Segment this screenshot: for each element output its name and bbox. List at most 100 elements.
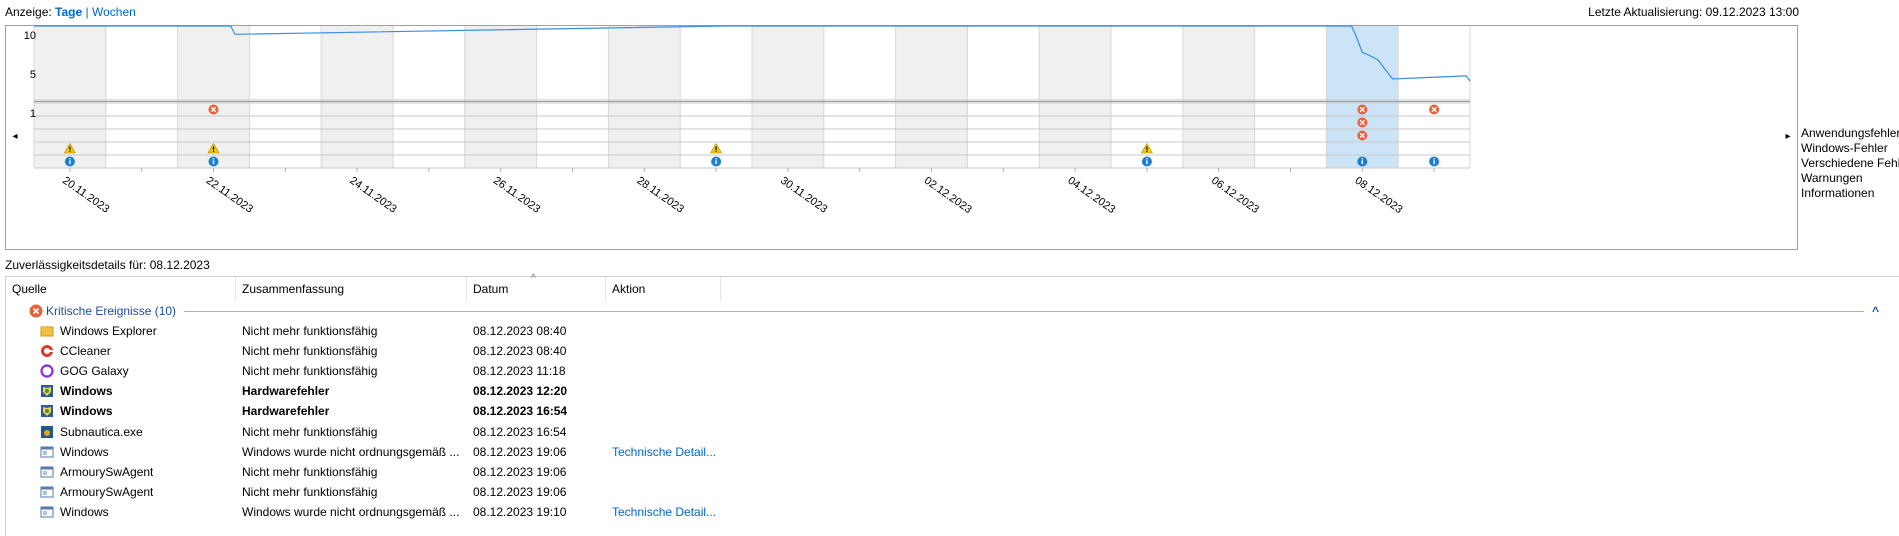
info-marker-icon [1141,156,1152,167]
date-cell: 08.12.2023 08:40 [473,324,567,338]
sort-arrow-icon: ^ [531,273,536,284]
table-row[interactable]: Windows Explorer Nicht mehr funktionsfähi… [6,321,1899,341]
date-label: 04.12.2023 [1065,175,1117,216]
date-labels: 20.11.2023 22.11.2023 24.11.2023 26.11.2023… [60,175,1404,216]
error-marker-icon [1357,130,1368,141]
application-icon [40,506,54,518]
y-tick-label: 10 [24,30,36,42]
day-column [823,26,896,168]
source-cell: ArmourySwAgent [60,464,154,479]
column-header-summary[interactable]: Zusammenfassung [236,277,467,301]
day-column [608,26,681,168]
day-column [1326,26,1399,168]
info-marker-icon [711,156,722,167]
day-column [895,26,968,168]
windows-shield-icon [41,385,53,398]
day-column [1398,26,1470,168]
column-header-source[interactable]: Quelle [6,277,236,301]
date-label: 22.11.2023 [204,175,255,216]
legend-windows-errors: Windows-Fehler [1801,141,1888,155]
error-icon [29,304,43,318]
column-header-date[interactable]: Datum [467,277,606,301]
date-cell: 08.12.2023 08:40 [473,344,567,359]
table-row[interactable]: Subnautica.exe Nicht mehr funktionsfähig 0… [6,422,1899,442]
info-marker-icon [1429,156,1440,167]
group-critical-events[interactable]: Kritische Ereignisse (10) ^ [6,301,1899,321]
date-cell: 08.12.2023 11:18 [473,364,566,379]
ccleaner-icon [41,345,53,358]
info-marker-icon [208,156,219,167]
source-cell: Windows [60,444,109,459]
date-label: 28.11.2023 [635,175,686,216]
date-label: 08.12.2023 [1353,175,1405,216]
source-cell: Subnautica.exe [60,424,143,439]
date-cell: 08.12.2023 16:54 [473,424,567,439]
summary-cell: Windows wurde nicht ordnungsgemäß ... [242,504,460,519]
legend-misc-errors: Verschiedene Fehler [1801,156,1899,170]
error-marker-icon [1357,117,1368,128]
source-cell: Windows [60,504,109,519]
day-column [1254,26,1327,168]
source-cell: CCleaner [60,344,111,359]
error-marker-icon [1357,104,1368,115]
table-row[interactable]: Windows Windows wurde nicht ordnungsgemäß… [6,502,1899,522]
summary-cell: Hardwarefehler [242,384,330,399]
summary-cell: Nicht mehr funktionsfähig [242,344,378,359]
info-marker-icon [64,156,75,167]
summary-cell: Nicht mehr funktionsfähig [242,484,378,499]
table-row[interactable]: ArmourySwAgent Nicht mehr funktionsfähig 0… [6,462,1899,482]
date-label: 02.12.2023 [922,175,974,216]
details-list[interactable]: Quelle Zusammenfassung Datum ^ Aktion Kr… [5,273,1899,536]
application-icon [40,486,54,498]
table-row[interactable]: GOG Galaxy Nicht mehr funktionsfähig 08.12… [6,361,1899,381]
day-column [752,26,824,168]
day-column [1039,26,1111,168]
grid-lines [33,26,1471,172]
technical-details-link[interactable]: Technische Detail... [612,442,716,462]
date-label: 30.11.2023 [778,175,829,216]
error-marker-icon [1429,104,1440,115]
reliability-chart[interactable]: 10 5 1 20.11.2023 22.11.2023 24.11.2023 26.… [0,0,1899,255]
legend-information: Informationen [1801,186,1875,200]
table-row[interactable]: Windows Hardwarefehler 08.12.2023 12:20 [6,381,1899,401]
application-icon [40,466,54,478]
subnautica-icon [41,425,53,438]
date-cell: 08.12.2023 19:06 [473,444,567,459]
group-label: Kritische Ereignisse (10) [46,304,177,318]
day-column [464,26,537,168]
application-icon [40,446,54,458]
day-column [321,26,393,168]
date-label: 20.11.2023 [60,175,111,216]
summary-cell: Nicht mehr funktionsfähig [242,424,378,439]
date-cell: 08.12.2023 16:54 [473,404,568,419]
folder-icon [40,326,54,337]
table-row[interactable]: Windows Windows wurde nicht ordnungsgemäß… [6,442,1899,462]
day-column [967,26,1040,168]
source-cell: Windows [60,384,113,399]
y-tick-label: 1 [30,108,36,120]
technical-details-link[interactable]: Technische Detail... [612,502,716,522]
table-row[interactable]: Windows Hardwarefehler 08.12.2023 16:54 [6,401,1899,421]
source-cell: Windows Explorer [60,324,157,338]
info-marker-icon [1357,156,1368,167]
column-header-action[interactable]: Aktion [606,277,721,301]
date-label: 06.12.2023 [1209,175,1261,216]
windows-shield-icon [41,405,53,418]
summary-cell: Nicht mehr funktionsfähig [242,324,378,338]
source-cell: GOG Galaxy [60,364,129,379]
source-cell: ArmourySwAgent [60,484,154,499]
date-cell: 08.12.2023 19:06 [473,484,567,499]
legend-application-errors: Anwendungsfehler [1801,126,1899,140]
date-cell: 08.12.2023 19:06 [473,464,567,479]
date-label: 24.11.2023 [347,175,398,216]
date-cell: 08.12.2023 12:20 [473,384,568,399]
table-row[interactable]: ArmourySwAgent Nicht mehr funktionsfähig 0… [6,482,1899,502]
group-divider [184,311,1864,312]
collapse-icon[interactable]: ^ [1872,301,1879,321]
day-column [1182,26,1255,168]
day-column [393,26,465,168]
details-title: Zuverlässigkeitsdetails für: 08.12.2023 [5,258,210,272]
table-row[interactable]: CCleaner Nicht mehr funktionsfähig 08.12.2… [6,341,1899,361]
day-column [249,26,322,168]
day-column [105,26,178,168]
